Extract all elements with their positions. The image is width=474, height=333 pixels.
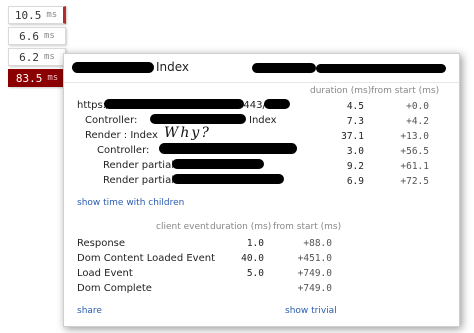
col-duration: duration (ms) [310, 86, 372, 96]
popup-header: Index [64, 54, 459, 83]
redaction [252, 63, 316, 73]
timing-row: Controller: [85, 115, 137, 129]
redaction [159, 143, 297, 154]
redaction [172, 159, 264, 169]
share-link[interactable]: share [77, 306, 102, 316]
timing-row: Controller: [97, 145, 149, 159]
row-label: Render : Index [85, 130, 158, 141]
page-title: Index [156, 60, 190, 74]
profiler-popup: Index duration (ms) from start (ms) http… [63, 53, 460, 327]
row-label: Render partial: [103, 175, 178, 186]
client-row: Dom Complete [77, 283, 152, 297]
row-label-tail: :443/ [240, 100, 266, 111]
redaction [72, 62, 154, 73]
row-from-start: +749.0 [297, 268, 332, 279]
row-label: Render partial: [103, 160, 178, 171]
redaction [264, 99, 290, 109]
row-label: Response [77, 238, 126, 249]
row-duration: 40.0 [241, 253, 264, 264]
row-duration: 4.5 [346, 101, 364, 112]
client-row: Response [77, 238, 125, 252]
redaction [104, 99, 244, 109]
timing-row: Render : Index [85, 130, 158, 144]
badge-unit: ms [44, 31, 55, 41]
row-label: Dom Content Loaded Event [77, 253, 216, 264]
timing-row: Render partial: [103, 175, 177, 189]
row-duration: 37.1 [341, 131, 364, 142]
timing-badge[interactable]: 10.5 ms [8, 6, 66, 24]
row-label: Load Event [77, 268, 133, 279]
badge-unit: ms [44, 52, 55, 62]
show-time-with-children-link[interactable]: show time with children [77, 198, 184, 208]
row-duration: 9.2 [346, 161, 364, 172]
row-from-start: +4.2 [406, 116, 429, 127]
row-duration: 1.0 [246, 238, 264, 249]
row-duration: 7.3 [346, 116, 364, 127]
timing-badge[interactable]: 6.6 ms [8, 27, 66, 45]
row-duration: 3.0 [346, 146, 364, 157]
col-client-event: client event [156, 222, 210, 232]
col-from-start: from start (ms) [371, 86, 440, 96]
row-from-start: +451.0 [297, 253, 332, 264]
row-from-start: +72.5 [400, 176, 429, 187]
row-from-start: +749.0 [297, 283, 332, 294]
badge-value: 6.6 [19, 29, 40, 43]
timing-row: Render partial: [103, 160, 177, 174]
timing-badges: 10.5 ms 6.6 ms 6.2 ms 83.5 ms [0, 0, 66, 87]
timing-badge[interactable]: 6.2 ms [8, 48, 66, 66]
row-duration: 6.9 [346, 176, 364, 187]
row-from-start: +61.1 [400, 161, 429, 172]
col-from-start: from start (ms) [273, 222, 342, 232]
col-duration: duration (ms) [210, 222, 272, 232]
redaction [172, 174, 284, 184]
show-trivial-link[interactable]: show trivial [285, 306, 337, 316]
client-row: Dom Content Loaded Event [77, 253, 215, 267]
row-label: Controller: [85, 115, 138, 126]
badge-value: 83.5 [15, 71, 43, 85]
annotation-text: Why? [164, 125, 211, 141]
timing-badge-active[interactable]: 83.5 ms [8, 69, 66, 87]
redaction [150, 114, 246, 124]
row-from-start: +88.0 [303, 238, 332, 249]
badge-value: 6.2 [19, 50, 40, 64]
row-label-tail: Index [249, 115, 277, 126]
row-label: Controller: [97, 145, 150, 156]
row-label: Dom Complete [77, 283, 152, 294]
badge-value: 10.5 [14, 8, 42, 22]
row-from-start: +13.0 [400, 131, 429, 142]
row-from-start: +0.0 [406, 101, 429, 112]
badge-unit: ms [47, 73, 59, 83]
client-row: Load Event [77, 268, 133, 282]
row-from-start: +56.5 [400, 146, 429, 157]
row-duration: 5.0 [246, 268, 264, 279]
redaction [316, 64, 446, 73]
badge-unit: ms [46, 10, 58, 20]
